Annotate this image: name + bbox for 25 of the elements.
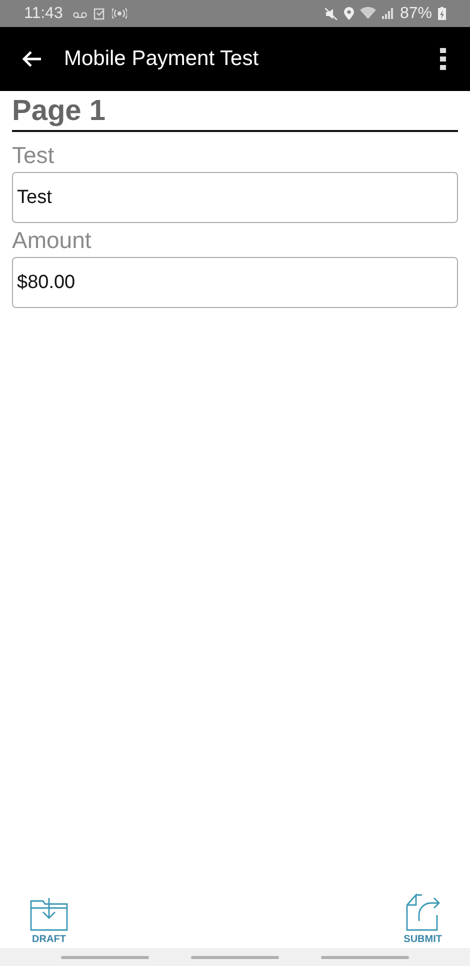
voicemail-icon — [72, 10, 87, 18]
more-menu-button[interactable] — [440, 48, 446, 70]
input-field[interactable]: $80.00 — [12, 257, 458, 308]
input-field[interactable]: Test — [12, 172, 458, 223]
back-button[interactable] — [22, 51, 42, 67]
field-label: Amount — [12, 227, 92, 254]
wifi-icon — [360, 7, 376, 20]
share-document-icon — [404, 893, 442, 931]
battery-icon — [438, 7, 446, 20]
submit-button[interactable]: SUBMIT — [404, 889, 442, 945]
nav-handle[interactable] — [191, 956, 279, 958]
clipboard-icon — [92, 7, 106, 20]
draft-button[interactable]: DRAFT — [30, 889, 68, 945]
mute-icon — [324, 8, 338, 20]
location-icon — [344, 7, 354, 20]
status-time: 11:43 — [24, 4, 63, 22]
signal-icon — [382, 8, 394, 19]
field-label: Test — [12, 142, 56, 169]
page-heading: Page 1 — [12, 95, 458, 132]
nav-handle[interactable] — [321, 956, 409, 958]
app-title: Mobile Payment Test — [64, 47, 260, 71]
battery-percent: 87% — [400, 4, 432, 22]
broadcast-icon — [112, 8, 127, 19]
folder-download-icon — [30, 897, 68, 931]
nav-handle[interactable] — [61, 956, 149, 958]
